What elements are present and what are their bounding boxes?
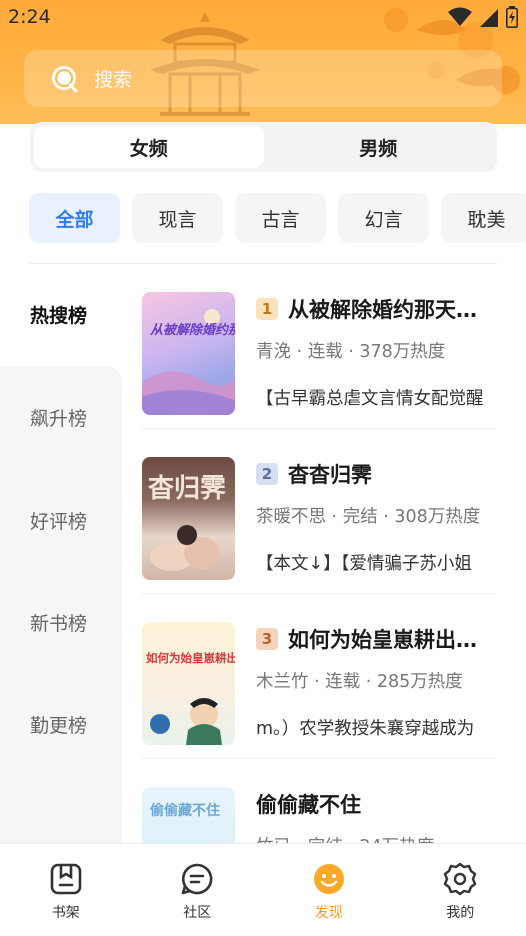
rank-sidebar: 热搜榜 飙升榜 好评榜 新书榜 勤更榜 xyxy=(0,264,122,844)
book-description: m。）农学教授朱襄穿越成为 xyxy=(256,719,475,739)
book-cover: 从被解除婚约那天开始 xyxy=(142,292,235,415)
search-bar[interactable]: 搜索 xyxy=(24,50,502,107)
discover-page: 2:24 搜索 女频 男频 全部 现言 古言 幻言 耽美 热搜榜 飙升榜 好评榜… xyxy=(0,0,526,936)
nav-discover[interactable]: 发现 xyxy=(263,844,395,936)
book-description: 【本文↓】【爱情骗子苏小姐 xyxy=(256,554,472,574)
book-meta: 青浼 · 连载 · 378万热度 xyxy=(256,342,446,362)
book-item[interactable]: 如何为始皇崽耕出万里江山 3 如何为始皇崽耕出万里江山 木兰竹 · 连载 · 2… xyxy=(142,594,496,759)
search-placeholder: 搜索 xyxy=(94,69,133,91)
book-title-row: 2 杳杳归霁 xyxy=(256,459,496,489)
battery-icon xyxy=(506,6,518,28)
book-cover: 如何为始皇崽耕出万里江山 xyxy=(142,622,235,745)
chip-modern-romance[interactable]: 现言 xyxy=(132,193,223,243)
category-chips: 全部 现言 古言 幻言 耽美 xyxy=(29,193,526,243)
rank-tab-hot-search[interactable]: 热搜榜 xyxy=(30,301,87,328)
wifi-icon xyxy=(448,7,472,26)
cover-title: 如何为始皇崽耕出万里江山 xyxy=(146,651,235,665)
book-title: 从被解除婚约那天开始 xyxy=(288,298,496,322)
rank-badge: 2 xyxy=(256,463,278,485)
book-meta: 茶暖不思 · 完结 · 308万热度 xyxy=(256,507,481,527)
rank-tab-frequent-updates[interactable]: 勤更榜 xyxy=(30,711,87,738)
header: 2:24 搜索 xyxy=(0,0,526,124)
chip-all[interactable]: 全部 xyxy=(29,193,120,243)
chat-icon xyxy=(181,863,213,895)
bookshelf-icon xyxy=(50,863,82,895)
status-icons xyxy=(448,6,518,28)
cover-title: 从被解除婚约那天开始 xyxy=(150,322,235,338)
nav-community[interactable]: 社区 xyxy=(132,844,264,936)
nav-label: 我的 xyxy=(446,905,475,921)
rank-tab-rising[interactable]: 飙升榜 xyxy=(30,404,87,431)
book-title: 杳杳归霁 xyxy=(288,463,372,487)
rank-badge: 1 xyxy=(256,298,278,320)
cover-art: 杳归霁 xyxy=(148,474,226,571)
tab-female[interactable]: 女频 xyxy=(34,126,264,168)
book-meta: 木兰竹 · 连载 · 285万热度 xyxy=(256,672,463,692)
gender-tabs: 女频 男频 xyxy=(30,122,497,172)
nav-bookshelf[interactable]: 书架 xyxy=(0,844,132,936)
book-item[interactable]: 从被解除婚约那天开始 1 从被解除婚约那天开始 青浼 · 连载 · 378万热度… xyxy=(142,264,496,429)
nav-label: 发现 xyxy=(314,905,343,921)
cover-title: 杳归霁 xyxy=(148,474,226,504)
bottom-navigation: 书架 社区 发现 我的 xyxy=(0,843,526,936)
book-cover: 杳归霁 xyxy=(142,457,235,580)
cover-art: 如何为始皇崽耕出万里江山 xyxy=(146,651,235,745)
signal-icon xyxy=(480,9,498,27)
book-title: 如何为始皇崽耕出万里江山 xyxy=(288,628,496,652)
book-description: 【古早霸总虐文言情女配觉醒 xyxy=(256,389,484,409)
status-bar: 2:24 xyxy=(0,0,526,36)
rank-tab-top-rated[interactable]: 好评榜 xyxy=(30,507,87,534)
search-icon xyxy=(52,65,78,92)
book-title-row: 1 从被解除婚约那天开始 xyxy=(256,294,496,324)
chip-danmei[interactable]: 耽美 xyxy=(441,193,526,243)
book-item[interactable]: 杳归霁 2 杳杳归霁 茶暖不思 · 完结 · 308万热度 【本文↓】【爱情骗子… xyxy=(142,429,496,594)
book-title-row: 偷偷藏不住 xyxy=(256,789,496,819)
rank-tab-new-books[interactable]: 新书榜 xyxy=(30,609,87,636)
cover-title: 偷偷藏不住 xyxy=(150,802,220,819)
cover-art: 从被解除婚约那天开始 xyxy=(142,309,235,415)
book-title: 偷偷藏不住 xyxy=(256,793,361,817)
status-time: 2:24 xyxy=(8,6,51,28)
discover-icon xyxy=(313,864,344,894)
nav-profile[interactable]: 我的 xyxy=(395,844,526,936)
tab-male[interactable]: 男频 xyxy=(264,126,494,168)
chip-ancient-romance[interactable]: 古言 xyxy=(235,193,326,243)
rank-badge: 3 xyxy=(256,628,278,650)
nav-label: 书架 xyxy=(51,905,80,921)
rank-sidebar-background xyxy=(0,367,122,844)
book-title-row: 3 如何为始皇崽耕出万里江山 xyxy=(256,624,496,654)
chip-fantasy-romance[interactable]: 幻言 xyxy=(338,193,429,243)
nav-label: 社区 xyxy=(183,905,212,921)
gear-icon xyxy=(444,862,477,896)
